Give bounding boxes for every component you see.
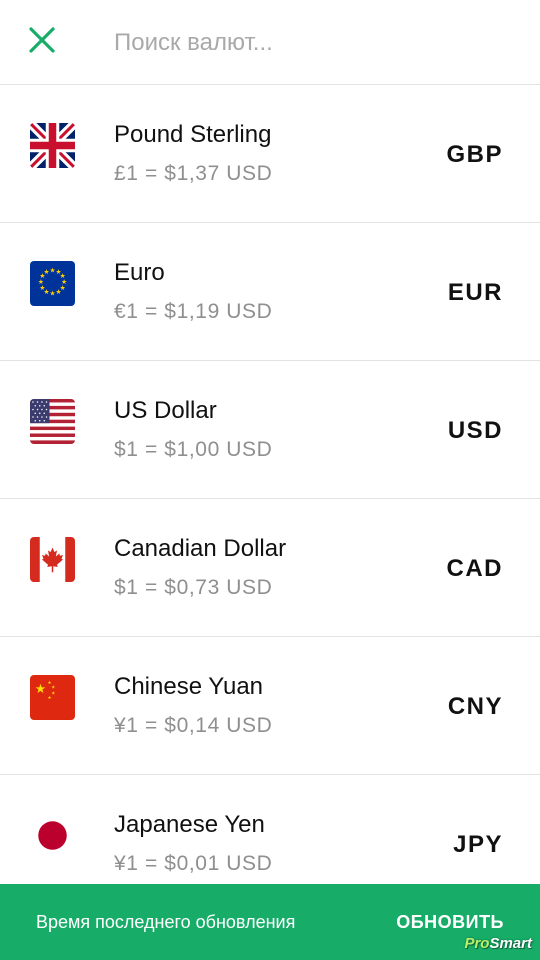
- canada-flag-icon: [30, 537, 75, 582]
- svg-text:★: ★: [47, 695, 51, 701]
- currency-row-gbp[interactable]: Pound Sterling £1 = $1,37 USD GBP: [0, 85, 540, 223]
- currency-rate: ¥1 = $0,14 USD: [114, 714, 273, 737]
- currency-rate: $1 = $0,73 USD: [114, 576, 273, 599]
- currency-rate: $1 = $1,00 USD: [114, 438, 273, 461]
- currency-name: Japanese Yen: [114, 811, 265, 838]
- uk-flag-icon: [30, 123, 75, 168]
- svg-text:★: ★: [49, 290, 55, 298]
- currency-name: US Dollar: [114, 397, 217, 424]
- currency-name: Canadian Dollar: [114, 535, 287, 562]
- currency-rate: €1 = $1,19 USD: [114, 300, 273, 323]
- eu-flag-icon: ★ ★ ★ ★ ★ ★ ★ ★ ★ ★ ★ ★: [30, 261, 75, 306]
- svg-text:★: ★: [43, 268, 49, 276]
- svg-text:★: ★: [51, 685, 55, 691]
- currency-row-cny[interactable]: ★ ★ ★ ★ ★ Chinese Yuan ¥1 = $0,14 USD CN…: [0, 637, 540, 775]
- close-icon: [29, 26, 55, 58]
- currency-code: CNY: [447, 693, 503, 720]
- search-bar: [0, 0, 540, 85]
- currency-list: Pound Sterling £1 = $1,37 USD GBP ★ ★ ★ …: [0, 85, 540, 913]
- svg-text:★: ★: [49, 266, 55, 274]
- us-flag-icon: [30, 399, 75, 444]
- currency-name: Pound Sterling: [114, 121, 272, 148]
- currency-code: EUR: [447, 279, 503, 306]
- close-button[interactable]: [22, 22, 62, 62]
- currency-code: USD: [447, 417, 503, 444]
- currency-row-eur[interactable]: ★ ★ ★ ★ ★ ★ ★ ★ ★ ★ ★ ★ Euro €1 = $1,19 …: [0, 223, 540, 361]
- currency-code: GBP: [446, 141, 503, 168]
- update-bar: Время последнего обновления ОБНОВИТЬ Pro…: [0, 884, 540, 960]
- watermark-logo: ProSmart: [464, 935, 532, 952]
- currency-code: CAD: [446, 555, 503, 582]
- svg-text:★: ★: [55, 288, 61, 296]
- last-update-label: Время последнего обновления: [36, 912, 296, 932]
- currency-row-cad[interactable]: Canadian Dollar $1 = $0,73 USD CAD: [0, 499, 540, 637]
- svg-text:★: ★: [51, 691, 55, 697]
- japan-flag-icon: [30, 813, 75, 858]
- currency-row-usd[interactable]: US Dollar $1 = $1,00 USD USD: [0, 361, 540, 499]
- svg-text:★: ★: [35, 682, 46, 697]
- refresh-button[interactable]: ОБНОВИТЬ: [396, 912, 504, 933]
- china-flag-icon: ★ ★ ★ ★ ★: [30, 675, 75, 720]
- currency-name: Chinese Yuan: [114, 673, 264, 700]
- currency-code: JPY: [453, 831, 503, 858]
- search-input[interactable]: [114, 24, 514, 62]
- currency-rate: £1 = $1,37 USD: [114, 162, 273, 185]
- currency-name: Euro: [114, 259, 165, 286]
- currency-rate: ¥1 = $0,01 USD: [114, 852, 273, 875]
